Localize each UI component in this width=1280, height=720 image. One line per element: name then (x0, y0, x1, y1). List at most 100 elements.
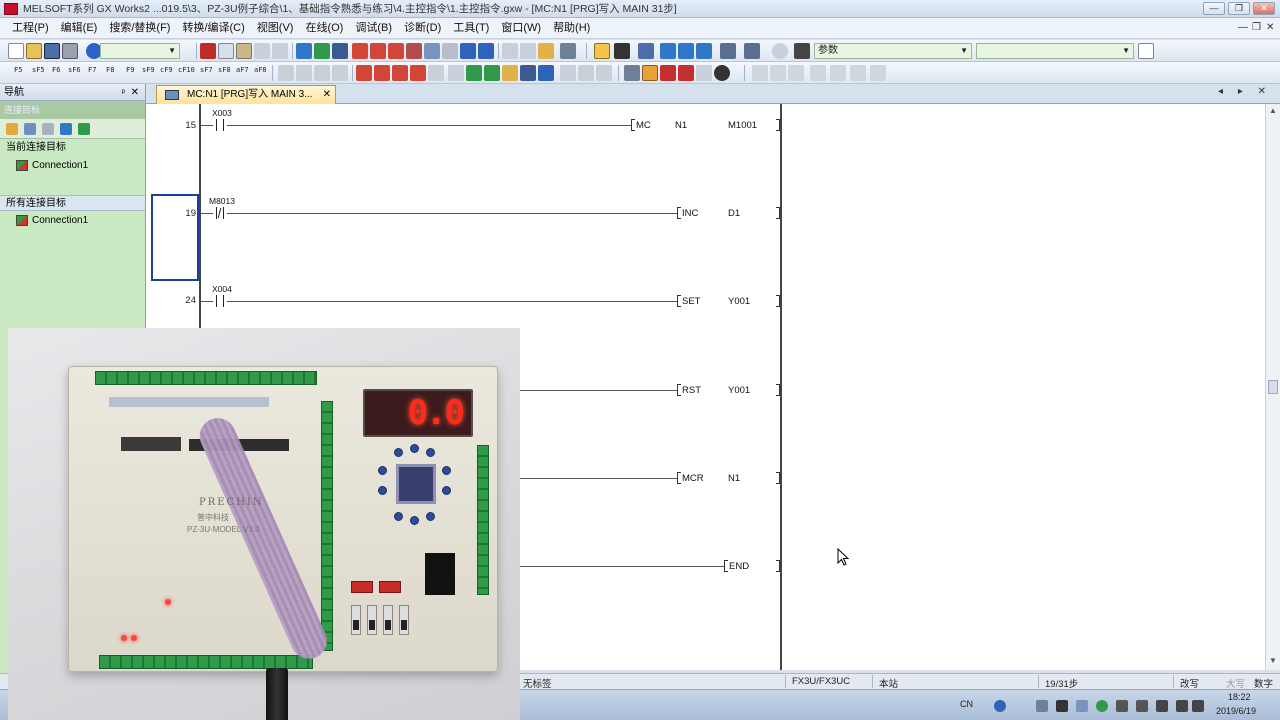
vertical-scrollbar[interactable]: ▲ ▼ (1265, 104, 1280, 670)
undo-icon[interactable] (254, 43, 270, 59)
instruction-mnemonic[interactable]: SET (682, 296, 700, 307)
instruction-mnemonic[interactable]: END (729, 561, 749, 572)
fkey-sf7[interactable]: sF7 (200, 66, 213, 74)
no-contact[interactable] (213, 119, 227, 131)
ladder-tool-icon[interactable] (642, 65, 658, 81)
device-batch-icon[interactable] (460, 43, 476, 59)
comment-icon[interactable] (538, 43, 554, 59)
cross-ref-icon[interactable] (744, 43, 760, 59)
close-button[interactable]: ✕ (1253, 2, 1275, 15)
current-connection-item[interactable]: Connection1 (0, 156, 145, 174)
f10-icon[interactable] (410, 65, 426, 81)
instruction-operand[interactable]: D1 (728, 208, 740, 219)
menu-window[interactable]: 窗口(W) (495, 18, 547, 39)
compile-icon[interactable] (614, 43, 630, 59)
menu-help[interactable]: 帮助(H) (547, 18, 596, 39)
help-icon[interactable] (772, 43, 788, 59)
clock-time[interactable]: 18:22 (1228, 692, 1251, 702)
ime-indicator[interactable]: CN (960, 699, 973, 709)
instruction-mnemonic[interactable]: INC (682, 208, 698, 219)
wechat-icon[interactable] (1096, 700, 1108, 712)
save-icon[interactable] (44, 43, 60, 59)
menu-tools[interactable]: 工具(T) (447, 18, 495, 39)
fkey-f6[interactable]: F6 (52, 66, 60, 74)
line-write-icon[interactable] (356, 65, 372, 81)
new-file-icon[interactable] (8, 43, 24, 59)
fkey-f5[interactable]: F5 (14, 66, 22, 74)
paste-icon[interactable] (236, 43, 252, 59)
open-folder-icon[interactable] (26, 43, 42, 59)
ladder-tool-icon[interactable] (296, 65, 312, 81)
pin-icon[interactable]: ᵖ (122, 84, 125, 101)
ladder-tool-icon[interactable] (788, 65, 804, 81)
ladder-tool-icon[interactable] (332, 65, 348, 81)
instruction-mnemonic[interactable]: RST (682, 385, 701, 396)
ladder-tool-icon[interactable] (770, 65, 786, 81)
ladder-tool-icon[interactable] (448, 65, 464, 81)
menu-view[interactable]: 视图(V) (251, 18, 300, 39)
fkey-af7[interactable]: aF7 (236, 66, 249, 74)
menu-online[interactable]: 在线(O) (299, 18, 349, 39)
zoom-icon[interactable] (502, 43, 518, 59)
ladder-tool-icon[interactable] (314, 65, 330, 81)
print-icon[interactable] (62, 43, 78, 59)
cut-icon[interactable] (200, 43, 216, 59)
refresh-icon[interactable] (78, 123, 90, 135)
fkey-f9[interactable]: F9 (126, 66, 134, 74)
document-icon[interactable] (1138, 43, 1154, 59)
close-icon[interactable]: ✕ (323, 86, 331, 104)
close-icon[interactable]: ✕ (131, 84, 139, 101)
fkey-f8[interactable]: F8 (106, 66, 114, 74)
menu-find-replace[interactable]: 搜索/替换(F) (103, 18, 176, 39)
edit-icon[interactable] (42, 123, 54, 135)
folder-icon[interactable] (24, 123, 36, 135)
secondary-combo[interactable]: ▼ (976, 43, 1134, 59)
all-connection-item[interactable]: Connection1 (0, 211, 145, 229)
window-icon[interactable] (638, 43, 654, 59)
instruction-operand[interactable]: M1001 (728, 120, 757, 131)
ladder-tool-icon[interactable] (678, 65, 694, 81)
fkey-af8[interactable]: aF8 (254, 66, 267, 74)
minimize-button[interactable]: — (1203, 2, 1225, 15)
tools-icon[interactable] (1036, 700, 1048, 712)
menu-edit[interactable]: 编辑(E) (55, 18, 104, 39)
ladder-tool-icon[interactable] (538, 65, 554, 81)
zoom-icon[interactable] (714, 65, 730, 81)
ladder-tool-icon[interactable] (810, 65, 826, 81)
mdi-minimize-button[interactable]: — (1238, 22, 1248, 33)
ladder-tool-icon[interactable] (850, 65, 866, 81)
ladder-tool-icon[interactable] (502, 65, 518, 81)
read-icon[interactable] (332, 43, 348, 59)
ladder-tool-icon[interactable] (752, 65, 768, 81)
tray-icon[interactable] (1136, 700, 1148, 712)
redo-icon[interactable] (272, 43, 288, 59)
ladder-tool-icon[interactable] (660, 65, 676, 81)
fkey-sf9[interactable]: sF9 (142, 66, 155, 74)
fkey-sf6[interactable]: sF6 (68, 66, 81, 74)
ladder-tool-icon[interactable] (466, 65, 482, 81)
delete-icon[interactable] (406, 43, 422, 59)
tab-mc-n1-main[interactable]: MC:N1 [PRG]写入 MAIN 3... ✕ (156, 85, 336, 104)
ladder-tool-icon[interactable] (596, 65, 612, 81)
fkey-cf9[interactable]: cF9 (160, 66, 173, 74)
tab-scroll-arrows[interactable]: ◂ ▸ ✕ (1218, 86, 1272, 97)
clock-date[interactable]: 2019/6/19 (1216, 706, 1256, 716)
ladder-tool-icon[interactable] (696, 65, 712, 81)
menu-compile[interactable]: 转换/编译(C) (176, 18, 250, 39)
ladder-tool-icon[interactable] (520, 65, 536, 81)
ladder-tool-icon[interactable] (870, 65, 886, 81)
instruction-operand[interactable]: Y001 (728, 296, 750, 307)
menu-diagnostics[interactable]: 诊断(D) (398, 18, 447, 39)
ladder-tool-icon[interactable] (484, 65, 500, 81)
ladder-tool-icon[interactable] (560, 65, 576, 81)
verify-icon[interactable] (388, 43, 404, 59)
fkey-sf5[interactable]: sF5 (32, 66, 45, 74)
tray-icon[interactable] (1116, 700, 1128, 712)
tray-icon[interactable] (1076, 700, 1088, 712)
maximize-button[interactable]: ❐ (1228, 2, 1250, 15)
ladder-tool-icon[interactable] (278, 65, 294, 81)
scroll-up-icon[interactable]: ▲ (1269, 106, 1277, 115)
pulse-contact[interactable] (213, 207, 227, 219)
fkey-sf8[interactable]: sF8 (218, 66, 231, 74)
instruction-operand[interactable]: Y001 (728, 385, 750, 396)
